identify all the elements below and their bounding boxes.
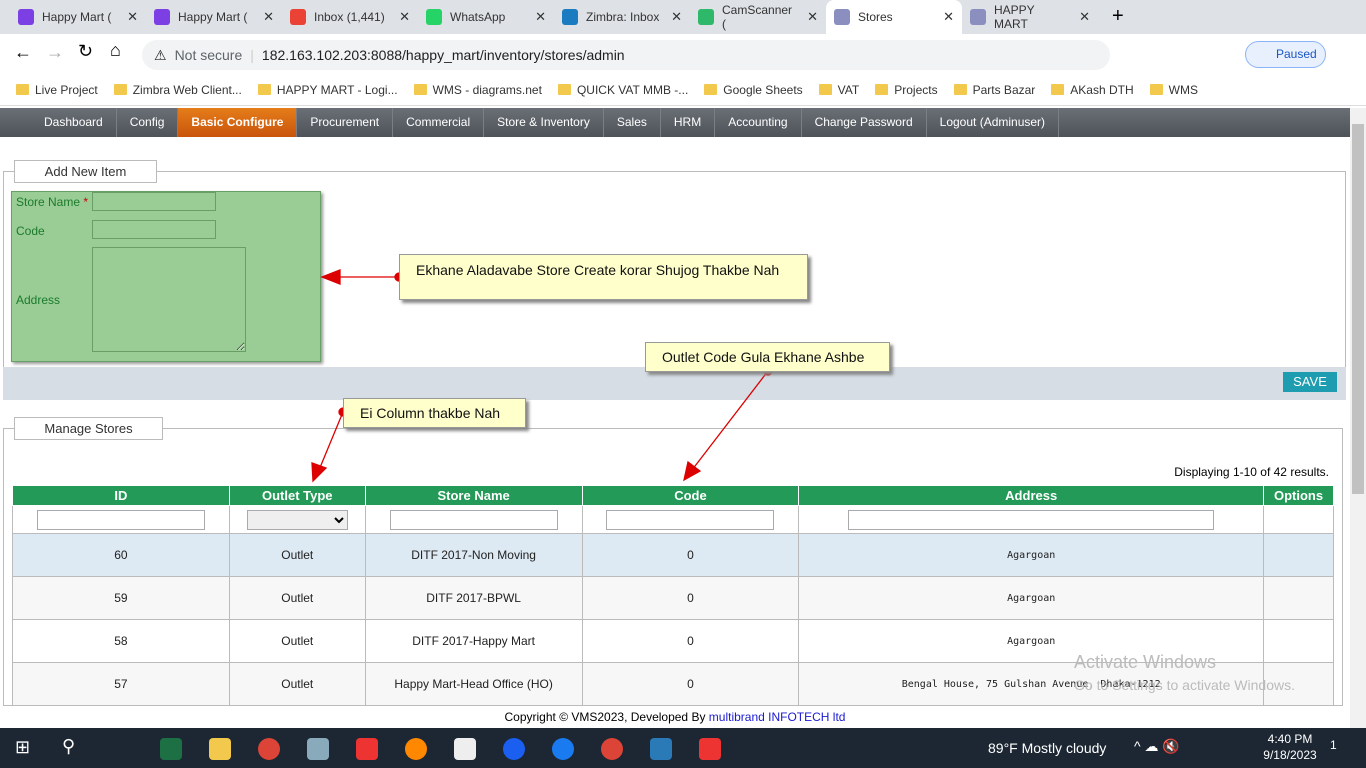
taskbar: ⊞ ⚲ 89°F Mostly cloudy ^ ☁ 🔇 4:40 PM 9/1… <box>0 728 1366 768</box>
s-app-icon[interactable] <box>650 738 672 760</box>
chrome-active-icon[interactable] <box>601 738 623 760</box>
chrome-icon[interactable] <box>258 738 280 760</box>
search-icon[interactable]: ⚲ <box>62 736 75 757</box>
shield-icon[interactable] <box>503 738 525 760</box>
clock-time[interactable]: 4:40 PM <box>1260 732 1320 746</box>
app-icon[interactable] <box>307 738 329 760</box>
file-explorer-icon[interactable] <box>209 738 231 760</box>
callout-store-create: Ekhane Aladavabe Store Create korar Shuj… <box>399 254 808 300</box>
windows-start-icon[interactable]: ⊞ <box>15 737 30 758</box>
zoom-icon[interactable] <box>552 738 574 760</box>
firefox-icon[interactable] <box>405 738 427 760</box>
anydesk-icon[interactable] <box>356 738 378 760</box>
excel-icon[interactable] <box>160 738 182 760</box>
callout-outlet-code: Outlet Code Gula Ekhane Ashbe <box>645 342 890 372</box>
clock-date[interactable]: 9/18/2023 <box>1260 748 1320 762</box>
app-icon-2[interactable] <box>454 738 476 760</box>
notifications-icon[interactable]: 1 <box>1330 738 1337 752</box>
callout-column: Ei Column thakbe Nah <box>343 398 526 428</box>
tray-icons[interactable]: ^ ☁ 🔇 <box>1134 738 1180 755</box>
annotation-arrows <box>311 269 773 483</box>
weather-text[interactable]: 89°F Mostly cloudy <box>988 740 1106 756</box>
anydesk-icon-2[interactable] <box>699 738 721 760</box>
page-scrollbar[interactable] <box>1350 108 1366 728</box>
